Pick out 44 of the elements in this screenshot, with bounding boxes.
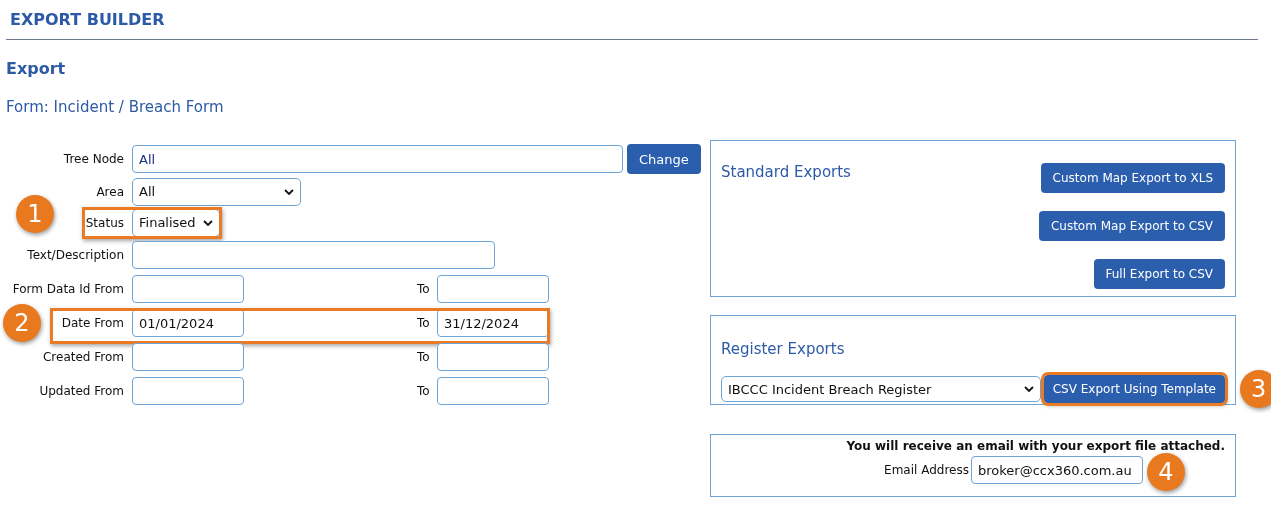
- export-button[interactable]: Full Export to CSV: [1093, 259, 1225, 289]
- field-label: Text/Description: [27, 248, 124, 262]
- field-label: Area: [96, 184, 124, 199]
- step-badge: 2: [3, 304, 41, 342]
- to-field[interactable]: [437, 343, 549, 371]
- step-badge: 4: [1147, 453, 1185, 491]
- step-badge: 3: [1239, 370, 1271, 408]
- csv-export-button[interactable]: CSV Export Using Template: [1043, 375, 1225, 403]
- chevron-down-icon: [284, 188, 294, 195]
- field-label: Created From: [42, 350, 124, 364]
- to-field[interactable]: 31/12/2024: [437, 309, 549, 337]
- register-dropdown[interactable]: IBCCC Incident Breach Register: [721, 376, 1041, 402]
- field-label: Tree Node: [63, 152, 124, 166]
- from-field[interactable]: [132, 377, 244, 405]
- change-button[interactable]: Change: [627, 144, 701, 174]
- field-label: To: [417, 350, 431, 364]
- field-label: Updated From: [39, 384, 124, 398]
- field-label: To: [417, 384, 431, 398]
- export-button[interactable]: Custom Map Export to XLS: [1040, 163, 1225, 193]
- from-field[interactable]: [132, 343, 244, 371]
- from-field[interactable]: 01/01/2024: [132, 309, 244, 337]
- text-field[interactable]: [132, 241, 495, 269]
- email-notice: You will receive an email with your export file attached.: [846, 439, 1225, 453]
- field-label: To: [417, 316, 431, 330]
- field-label: Date From: [61, 316, 124, 330]
- chevron-down-icon: [1023, 386, 1034, 392]
- email-field[interactable]: broker@ccx360.com.au: [971, 456, 1143, 484]
- export-button[interactable]: Custom Map Export to CSV: [1038, 211, 1225, 241]
- form-name: Form: Incident / Breach Form: [6, 98, 225, 116]
- tree-node-field[interactable]: All: [132, 145, 623, 173]
- field-label: Status: [85, 215, 124, 230]
- to-field[interactable]: [437, 377, 549, 405]
- field-label: Form Data Id From: [12, 282, 124, 296]
- page-title: EXPORT BUILDER: [9, 10, 165, 29]
- step-badge: 1: [16, 195, 54, 233]
- to-field[interactable]: [437, 275, 549, 303]
- dropdown[interactable]: All: [132, 177, 301, 206]
- from-field[interactable]: [132, 275, 244, 303]
- panel-title: Standard Exports: [721, 163, 851, 183]
- field-label: Email Address: [884, 463, 969, 477]
- field-label: To: [417, 282, 431, 296]
- panel-title: Register Exports: [721, 340, 846, 358]
- chevron-down-icon: [203, 219, 213, 226]
- section-title: Export: [6, 59, 67, 78]
